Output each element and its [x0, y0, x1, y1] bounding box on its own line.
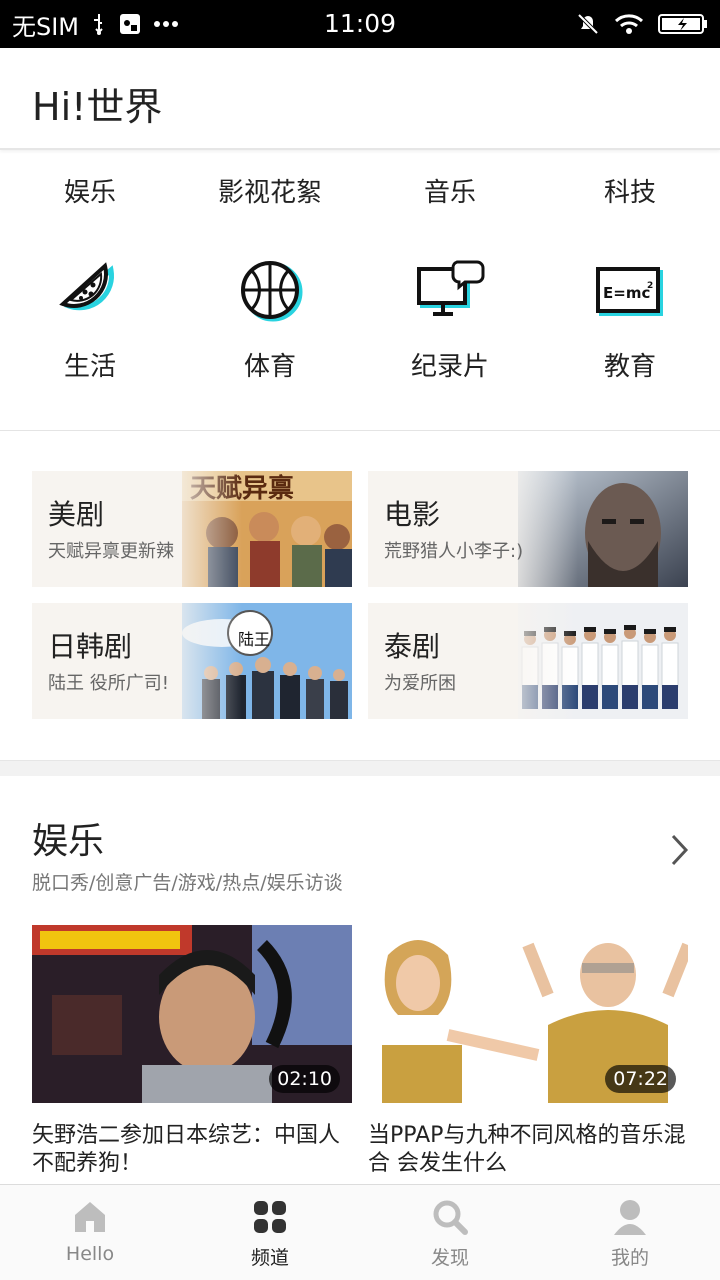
feature-card-movie[interactable]: 电影 荒野猎人小李子:) [368, 471, 688, 587]
feature-title: 泰剧 [384, 630, 441, 663]
category-education[interactable]: E=mc 2 教育 [540, 258, 720, 398]
svg-text:E=mc: E=mc [603, 284, 650, 302]
battery-charging-icon [658, 13, 708, 35]
category-music[interactable]: 音乐 [360, 172, 540, 209]
fade-overlay [498, 603, 578, 719]
divider [0, 430, 720, 431]
fade-overlay [162, 603, 242, 719]
basketball-icon [241, 261, 303, 322]
tab-channels[interactable]: 频道 [180, 1185, 360, 1280]
video-duration: 07:22 [605, 1065, 676, 1093]
video-thumbnail[interactable]: 02:10 [32, 925, 352, 1103]
video-duration: 02:10 [269, 1065, 340, 1093]
category-life[interactable]: 生活 [0, 258, 180, 398]
monitor-chat-icon [417, 260, 485, 316]
search-icon [433, 1200, 468, 1235]
page-title: Hi!世界 [32, 85, 163, 129]
svg-text:2: 2 [647, 281, 653, 291]
video-title[interactable]: 矢野浩二参加日本综艺：中国人不配养狗！ [32, 1122, 352, 1178]
app-header: Hi!世界 [0, 48, 720, 150]
tab-me[interactable]: 我的 [540, 1185, 720, 1280]
home-icon [75, 1202, 105, 1232]
blackboard-emc2-icon: E=mc 2 [596, 267, 663, 316]
category-sports-label: 体育 [243, 352, 296, 382]
tab-hello[interactable]: Hello [0, 1185, 180, 1280]
feature-subtitle: 天赋异禀更新辣 [48, 541, 174, 562]
user-icon [614, 1200, 646, 1235]
fade-overlay [162, 471, 242, 587]
video-thumbnail[interactable]: 07:22 [368, 925, 688, 1103]
category-tech[interactable]: 科技 [540, 172, 720, 209]
jk-drama-poster-title: 陆王 [238, 630, 270, 649]
category-grid: 娱乐 影视花絮 音乐 科技 生活 体育 纪录片 E=mc 2 教育 [0, 152, 720, 430]
tab-discover[interactable]: 发现 [360, 1185, 540, 1280]
category-education-label: 教育 [603, 352, 656, 382]
feature-title: 日韩剧 [48, 630, 133, 663]
feature-subtitle: 为爱所困 [384, 673, 456, 694]
grid-icon [254, 1201, 286, 1233]
feature-title: 电影 [384, 498, 441, 531]
category-documentary[interactable]: 纪录片 [360, 258, 540, 398]
category-documentary-label: 纪录片 [410, 352, 489, 382]
feature-title: 美剧 [48, 498, 105, 531]
tab-me-label: 我的 [610, 1247, 649, 1269]
feature-subtitle: 陆王 役所广司! [48, 673, 169, 694]
tab-hello-label: Hello [65, 1243, 115, 1265]
bottom-tab-bar: Hello 频道 发现 我的 [0, 1184, 720, 1280]
feature-card-us-drama[interactable]: 天赋异禀 美剧 天赋异禀更新辣 [32, 471, 352, 587]
section-subtitle: 脱口秀/创意广告/游戏/热点/娱乐访谈 [32, 872, 343, 894]
feature-subtitle: 荒野猎人小李子:) [384, 541, 524, 562]
category-sports[interactable]: 体育 [180, 258, 360, 398]
mute-bell-icon [576, 12, 600, 36]
tab-channels-label: 频道 [250, 1247, 289, 1269]
video-title[interactable]: 当PPAP与九种不同风格的音乐混合 会发生什么 [368, 1122, 688, 1178]
section-separator [0, 760, 720, 776]
category-film-clips[interactable]: 影视花絮 [180, 172, 360, 209]
section-title: 娱乐 [32, 821, 105, 862]
watermelon-icon [59, 262, 114, 311]
feature-card-thai-drama[interactable]: 泰剧 为爱所困 [368, 603, 688, 719]
wifi-icon [614, 13, 644, 35]
tab-discover-label: 发现 [430, 1247, 469, 1269]
status-bar: 无SIM 11:09 [0, 0, 720, 48]
chevron-right-icon[interactable] [664, 832, 694, 868]
category-life-label: 生活 [63, 352, 116, 382]
category-entertainment[interactable]: 娱乐 [0, 172, 180, 209]
feature-card-jk-drama[interactable]: 陆王 日韩剧 陆王 役所广司! [32, 603, 352, 719]
fade-overlay [498, 471, 578, 587]
